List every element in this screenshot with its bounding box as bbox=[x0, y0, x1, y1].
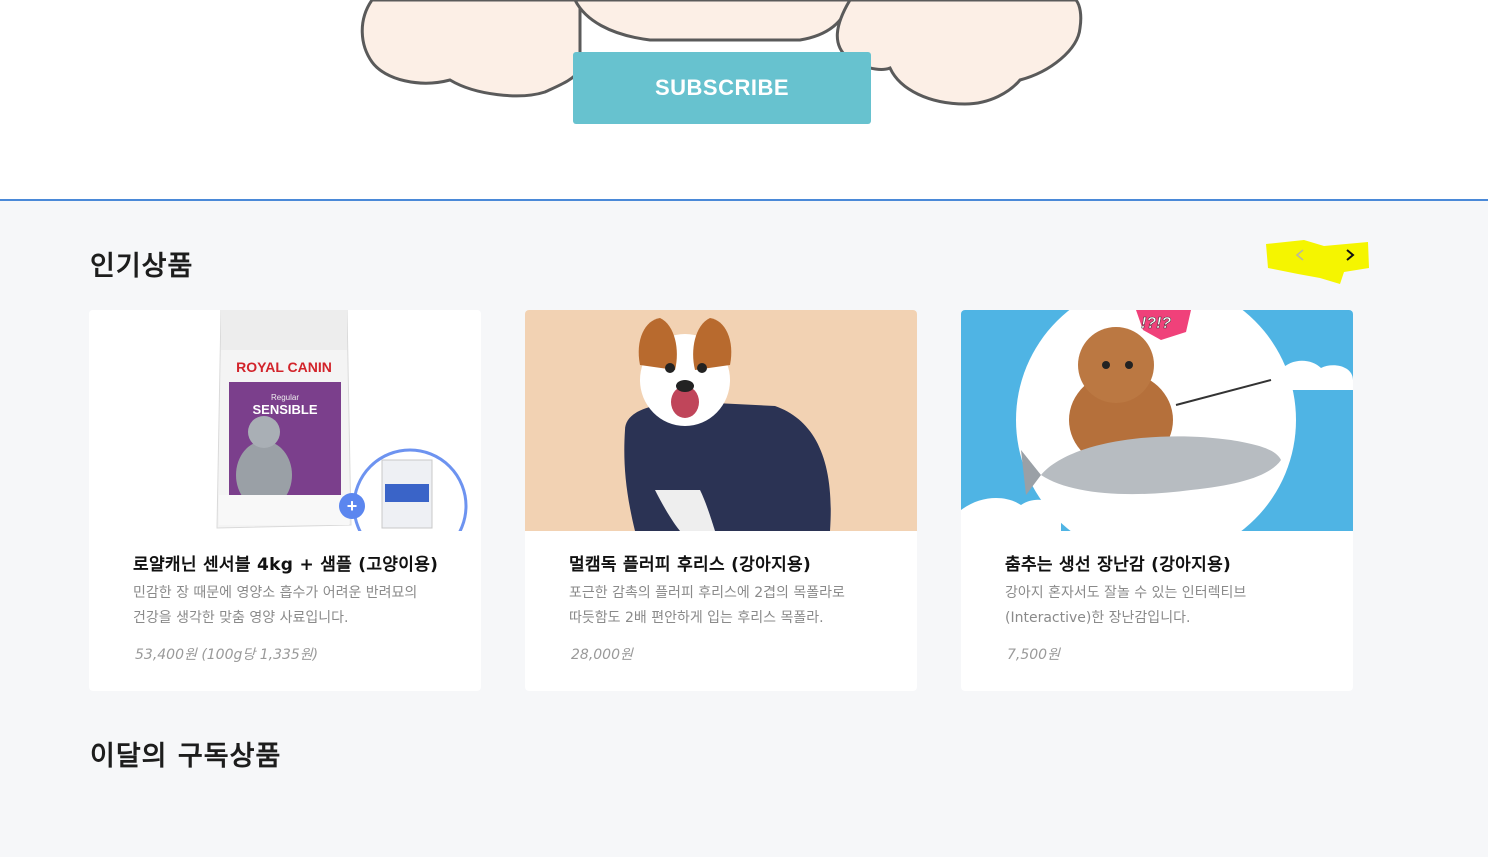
subscribe-button[interactable]: SUBSCRIBE bbox=[573, 52, 871, 124]
product-price: 53,400원 (100g당 1,335원) bbox=[135, 647, 319, 663]
product-card[interactable]: !?!? 춤추는 생선 장난감 (강아지용) 강아지 혼자서도 잘놀 수 있는 … bbox=[961, 310, 1353, 691]
product-description: 강아지 혼자서도 잘놀 수 있는 인터렉티브 (Interactive)한 장난… bbox=[1005, 585, 1247, 626]
svg-text:Regular: Regular bbox=[271, 393, 299, 402]
product-card[interactable]: 멀캠독 플러피 후리스 (강아지용) 포근한 감촉의 플러피 후리스에 2겹의 … bbox=[525, 310, 917, 691]
popular-products-section: 인기상품 ROYAL CANIN Regular SENSIBLE + 로얄캐닌… bbox=[0, 201, 1488, 857]
product-name: 로얄캐닌 센서블 4kg + 샘플 (고양이용) bbox=[133, 555, 439, 575]
svg-text:+: + bbox=[347, 496, 358, 516]
svg-text:!?!?: !?!? bbox=[1141, 315, 1171, 332]
product-image-dog-fleece bbox=[525, 310, 917, 531]
subscribe-hero: SUBSCRIBE bbox=[0, 0, 1488, 199]
product-price: 7,500원 bbox=[1007, 647, 1060, 663]
product-name: 춤추는 생선 장난감 (강아지용) bbox=[1005, 555, 1232, 575]
product-image-royal-canin: ROYAL CANIN Regular SENSIBLE + bbox=[89, 310, 481, 531]
chevron-left-icon bbox=[1295, 249, 1304, 261]
svg-text:ROYAL CANIN: ROYAL CANIN bbox=[236, 359, 332, 375]
product-image-dancing-fish: !?!? bbox=[961, 310, 1353, 531]
product-description: 포근한 감촉의 플러피 후리스에 2겹의 목폴라로 따듯함도 2배 편안하게 입… bbox=[569, 585, 845, 626]
product-description: 민감한 장 때문에 영양소 흡수가 어려운 반려묘의 건강을 생각한 맞춤 영양… bbox=[133, 585, 418, 626]
carousel-next-button[interactable] bbox=[1338, 243, 1362, 267]
product-price: 28,000원 bbox=[571, 647, 633, 663]
popular-products-title: 인기상품 bbox=[90, 251, 194, 282]
carousel-prev-button[interactable] bbox=[1288, 243, 1312, 267]
chevron-right-icon bbox=[1346, 249, 1355, 261]
product-card[interactable]: ROYAL CANIN Regular SENSIBLE + 로얄캐닌 센서블 … bbox=[89, 310, 481, 691]
svg-text:SENSIBLE: SENSIBLE bbox=[252, 402, 317, 417]
product-name: 멀캠독 플러피 후리스 (강아지용) bbox=[569, 555, 812, 575]
monthly-subscription-title: 이달의 구독상품 bbox=[90, 741, 282, 772]
